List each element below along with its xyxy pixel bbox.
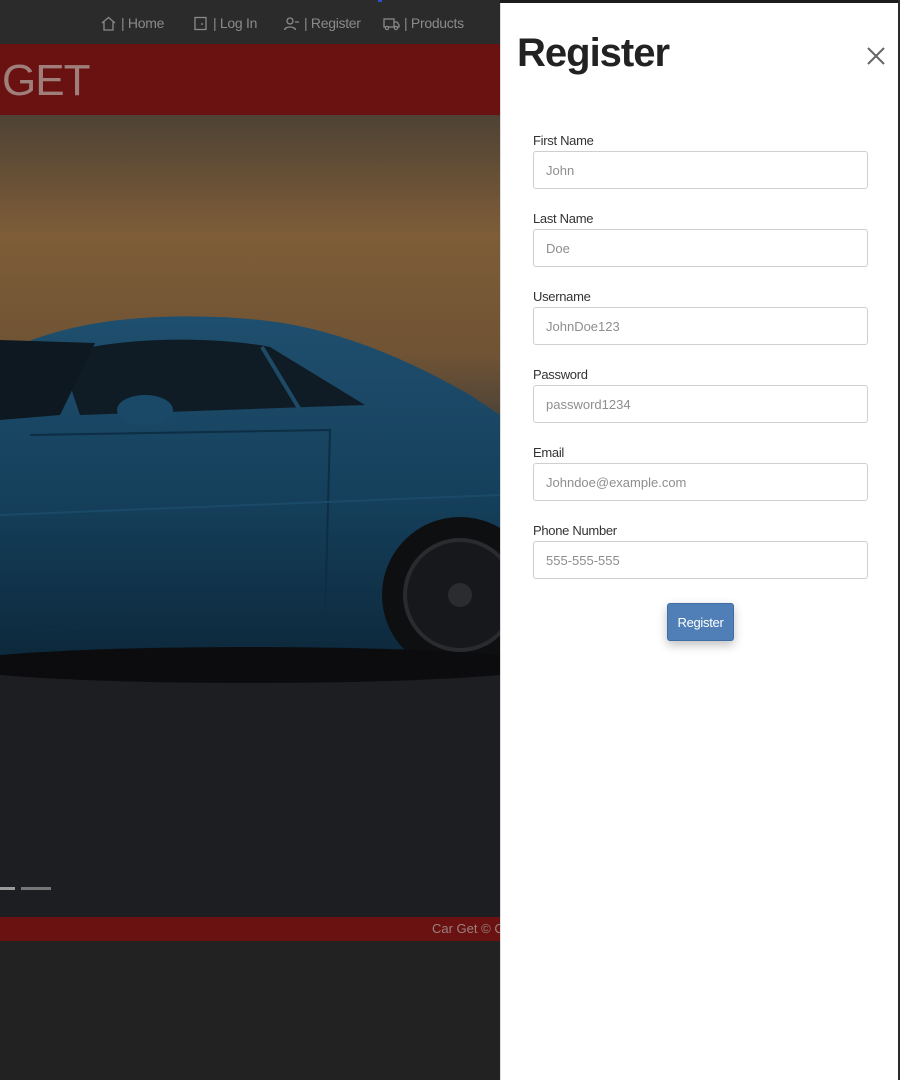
nav-item-register[interactable]: | Register [283,12,361,34]
hero-carousel [0,115,500,917]
last-name-input[interactable] [533,229,868,267]
first-name-label: First Name [533,133,594,148]
site-title: GET [2,56,90,105]
user-add-icon [283,16,299,30]
register-form: First Name Last Name Username Password E… [533,131,868,599]
register-submit-button[interactable]: Register [667,603,734,641]
nav-products-label: | Products [404,15,464,31]
password-label: Password [533,367,588,382]
email-group: Email [533,443,868,521]
first-name-group: First Name [533,131,868,209]
nav-item-login[interactable]: | Log In [192,12,257,34]
last-name-label: Last Name [533,211,594,226]
register-modal: Register First Name Last Name Username P… [500,3,898,1080]
nav-home-label: | Home [121,15,165,31]
username-input[interactable] [533,307,868,345]
login-icon [194,16,207,30]
modal-title: Register [517,31,670,75]
truck-icon [383,17,400,30]
car-hero-image [0,115,500,917]
footer-band: Car Get © Co [0,917,500,941]
nav-item-home[interactable]: | Home [100,12,164,34]
last-name-group: Last Name [533,209,868,287]
close-icon [867,47,885,65]
password-input[interactable] [533,385,868,423]
email-input[interactable] [533,463,868,501]
phone-group: Phone Number [533,521,868,599]
carousel-indicator[interactable] [21,887,51,890]
close-button[interactable] [865,45,887,67]
home-icon [101,16,116,31]
email-label: Email [533,445,565,460]
nav-register-label: | Register [304,15,361,31]
username-label: Username [533,289,591,304]
username-group: Username [533,287,868,365]
footer-copyright: Car Get © Co [432,921,500,936]
main-nav: | Home | Log In | Register | Products [0,0,500,44]
site-header-band: GET [0,44,500,115]
phone-label: Phone Number [533,523,617,538]
nav-login-label: | Log In [213,15,258,31]
phone-input[interactable] [533,541,868,579]
carousel-indicator-active[interactable] [0,887,15,890]
first-name-input[interactable] [533,151,868,189]
nav-item-products[interactable]: | Products [383,12,464,34]
password-group: Password [533,365,868,443]
